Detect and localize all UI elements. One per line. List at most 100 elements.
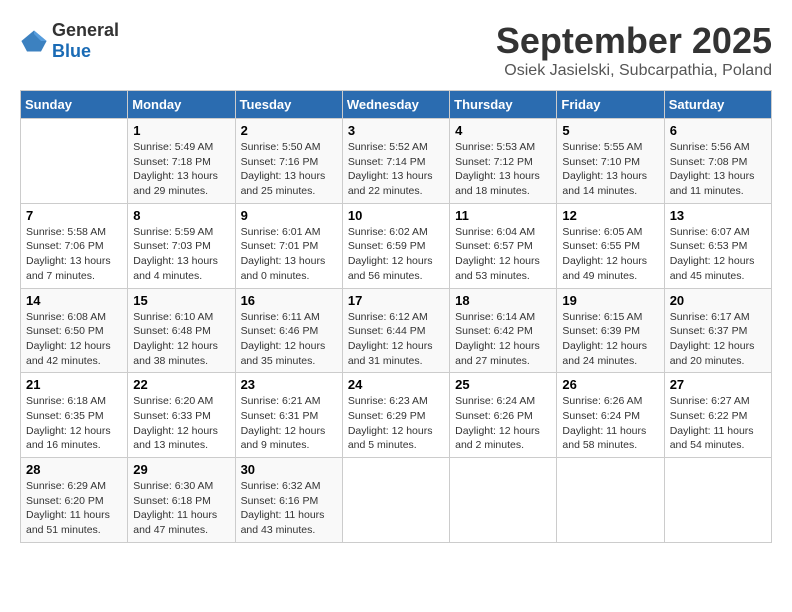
day-info: Sunrise: 6:02 AM Sunset: 6:59 PM Dayligh… [348,225,444,284]
calendar-cell: 9Sunrise: 6:01 AM Sunset: 7:01 PM Daylig… [235,203,342,288]
day-number: 28 [26,462,122,477]
day-info: Sunrise: 6:23 AM Sunset: 6:29 PM Dayligh… [348,394,444,453]
calendar-cell: 10 Sunrise: 6:02 AM Sunset: 6:59 PM Dayli… [342,203,449,288]
calendar-cell: 1 Sunrise: 5:49 AM Sunset: 7:18 PM Daylig… [128,119,235,204]
calendar-cell: 8 Sunrise: 5:59 AM Sunset: 7:03 PM Daylig… [128,203,235,288]
day-info: Sunrise: 6:14 AM Sunset: 6:42 PM Dayligh… [455,310,551,369]
day-number: 13 [670,208,766,223]
calendar-week-3: 14 Sunrise: 6:08 AM Sunset: 6:50 PM Dayli… [21,288,772,373]
calendar-cell: 6Sunrise: 5:56 AM Sunset: 7:08 PM Daylig… [664,119,771,204]
column-header-saturday: Saturday [664,91,771,119]
month-title: September 2025 [496,20,772,62]
day-info: Sunrise: 6:04 AM Sunset: 6:57 PM Dayligh… [455,225,551,284]
calendar-cell: 30 Sunrise: 6:32 AM Sunset: 6:16 PM Dayli… [235,458,342,543]
day-number: 21 [26,377,122,392]
calendar-cell [21,119,128,204]
day-info: Sunrise: 5:59 AM Sunset: 7:03 PM Dayligh… [133,225,229,284]
day-info: Sunrise: 5:52 AM Sunset: 7:14 PM Dayligh… [348,140,444,199]
day-number: 16 [241,293,337,308]
day-number: 24 [348,377,444,392]
day-info: Sunrise: 6:10 AM Sunset: 6:48 PM Dayligh… [133,310,229,369]
day-info: Sunrise: 6:07 AM Sunset: 6:53 PM Dayligh… [670,225,766,284]
day-number: 17 [348,293,444,308]
column-header-tuesday: Tuesday [235,91,342,119]
day-number: 9 [241,208,337,223]
calendar-cell: 5 Sunrise: 5:55 AM Sunset: 7:10 PM Daylig… [557,119,664,204]
day-number: 5 [562,123,658,138]
calendar-cell: 2 Sunrise: 5:50 AM Sunset: 7:16 PM Daylig… [235,119,342,204]
day-info: Sunrise: 5:50 AM Sunset: 7:16 PM Dayligh… [241,140,337,199]
day-info: Sunrise: 6:29 AM Sunset: 6:20 PM Dayligh… [26,479,122,538]
calendar-cell: 17 Sunrise: 6:12 AM Sunset: 6:44 PM Dayli… [342,288,449,373]
calendar-cell: 25Sunrise: 6:24 AM Sunset: 6:26 PM Dayli… [450,373,557,458]
day-info: Sunrise: 5:49 AM Sunset: 7:18 PM Dayligh… [133,140,229,199]
calendar-cell: 27 Sunrise: 6:27 AM Sunset: 6:22 PM Dayli… [664,373,771,458]
day-number: 18 [455,293,551,308]
day-info: Sunrise: 6:27 AM Sunset: 6:22 PM Dayligh… [670,394,766,453]
day-number: 1 [133,123,229,138]
location-subtitle: Osiek Jasielski, Subcarpathia, Poland [496,62,772,80]
calendar-cell: 22Sunrise: 6:20 AM Sunset: 6:33 PM Dayli… [128,373,235,458]
day-info: Sunrise: 5:58 AM Sunset: 7:06 PM Dayligh… [26,225,122,284]
calendar-cell: 18 Sunrise: 6:14 AM Sunset: 6:42 PM Dayli… [450,288,557,373]
day-number: 4 [455,123,551,138]
day-number: 12 [562,208,658,223]
day-number: 11 [455,208,551,223]
day-info: Sunrise: 6:17 AM Sunset: 6:37 PM Dayligh… [670,310,766,369]
calendar-cell: 3 Sunrise: 5:52 AM Sunset: 7:14 PM Daylig… [342,119,449,204]
calendar-cell: 7 Sunrise: 5:58 AM Sunset: 7:06 PM Daylig… [21,203,128,288]
column-header-sunday: Sunday [21,91,128,119]
logo-text: General Blue [52,20,119,62]
calendar-cell: 21 Sunrise: 6:18 AM Sunset: 6:35 PM Dayli… [21,373,128,458]
column-header-thursday: Thursday [450,91,557,119]
day-info: Sunrise: 6:15 AM Sunset: 6:39 PM Dayligh… [562,310,658,369]
calendar-cell: 24 Sunrise: 6:23 AM Sunset: 6:29 PM Dayli… [342,373,449,458]
day-info: Sunrise: 6:11 AM Sunset: 6:46 PM Dayligh… [241,310,337,369]
day-number: 7 [26,208,122,223]
day-info: Sunrise: 6:18 AM Sunset: 6:35 PM Dayligh… [26,394,122,453]
day-info: Sunrise: 6:24 AM Sunset: 6:26 PM Dayligh… [455,394,551,453]
calendar-week-5: 28 Sunrise: 6:29 AM Sunset: 6:20 PM Dayli… [21,458,772,543]
calendar-cell: 13 Sunrise: 6:07 AM Sunset: 6:53 PM Dayli… [664,203,771,288]
day-info: Sunrise: 6:26 AM Sunset: 6:24 PM Dayligh… [562,394,658,453]
logo: General Blue [20,20,119,62]
calendar-table: SundayMondayTuesdayWednesdayThursdayFrid… [20,90,772,543]
calendar-cell: 15 Sunrise: 6:10 AM Sunset: 6:48 PM Dayli… [128,288,235,373]
day-number: 10 [348,208,444,223]
calendar-cell: 12 Sunrise: 6:05 AM Sunset: 6:55 PM Dayli… [557,203,664,288]
day-number: 27 [670,377,766,392]
day-info: Sunrise: 5:55 AM Sunset: 7:10 PM Dayligh… [562,140,658,199]
day-number: 26 [562,377,658,392]
calendar-cell: 14 Sunrise: 6:08 AM Sunset: 6:50 PM Dayli… [21,288,128,373]
logo-icon [20,27,48,55]
day-number: 14 [26,293,122,308]
day-number: 8 [133,208,229,223]
day-number: 15 [133,293,229,308]
day-number: 19 [562,293,658,308]
day-info: Sunrise: 6:21 AM Sunset: 6:31 PM Dayligh… [241,394,337,453]
calendar-cell: 20Sunrise: 6:17 AM Sunset: 6:37 PM Dayli… [664,288,771,373]
day-info: Sunrise: 5:53 AM Sunset: 7:12 PM Dayligh… [455,140,551,199]
day-number: 23 [241,377,337,392]
calendar-week-4: 21 Sunrise: 6:18 AM Sunset: 6:35 PM Dayli… [21,373,772,458]
column-header-wednesday: Wednesday [342,91,449,119]
calendar-cell: 11 Sunrise: 6:04 AM Sunset: 6:57 PM Dayli… [450,203,557,288]
day-number: 22 [133,377,229,392]
day-number: 30 [241,462,337,477]
day-info: Sunrise: 6:05 AM Sunset: 6:55 PM Dayligh… [562,225,658,284]
title-block: September 2025 Osiek Jasielski, Subcarpa… [496,20,772,80]
day-info: Sunrise: 6:08 AM Sunset: 6:50 PM Dayligh… [26,310,122,369]
day-info: Sunrise: 5:56 AM Sunset: 7:08 PM Dayligh… [670,140,766,199]
calendar-cell [342,458,449,543]
page-header: General Blue September 2025 Osiek Jasiel… [20,20,772,80]
day-number: 2 [241,123,337,138]
calendar-cell: 28 Sunrise: 6:29 AM Sunset: 6:20 PM Dayli… [21,458,128,543]
day-number: 3 [348,123,444,138]
calendar-cell [557,458,664,543]
day-info: Sunrise: 6:12 AM Sunset: 6:44 PM Dayligh… [348,310,444,369]
calendar-cell: 19 Sunrise: 6:15 AM Sunset: 6:39 PM Dayli… [557,288,664,373]
column-header-friday: Friday [557,91,664,119]
calendar-week-1: 1 Sunrise: 5:49 AM Sunset: 7:18 PM Daylig… [21,119,772,204]
day-info: Sunrise: 6:30 AM Sunset: 6:18 PM Dayligh… [133,479,229,538]
day-info: Sunrise: 6:32 AM Sunset: 6:16 PM Dayligh… [241,479,337,538]
